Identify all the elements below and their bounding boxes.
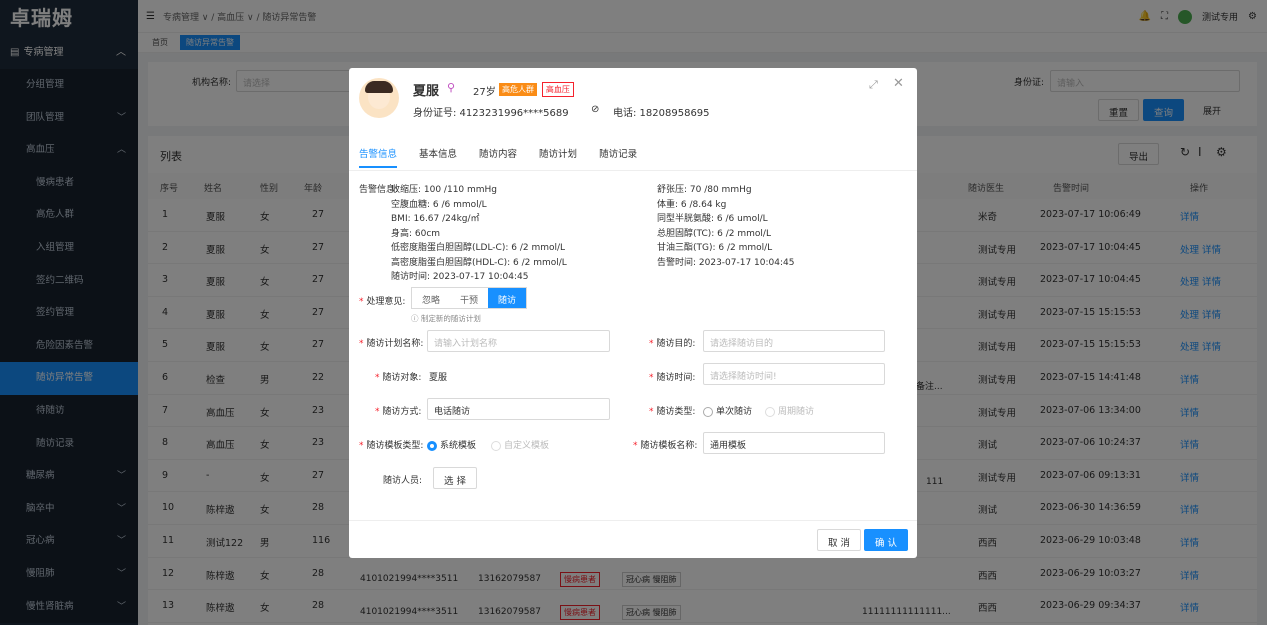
alert-metric: 身高: 60cm — [391, 228, 441, 239]
confirm-button[interactable]: 确 认 — [864, 529, 909, 551]
alert-metric: 甘油三酯(TG): 6 /2 mmol/L — [657, 243, 773, 253]
radio-single-label: 单次随访 — [716, 407, 753, 417]
plan-name-input[interactable]: 请输入计划名称 — [427, 330, 610, 352]
alert-metric: 收缩压: 100 /110 mmHg — [391, 185, 498, 195]
expand-icon[interactable]: ⤢ — [869, 78, 878, 92]
radio-custom-tpl[interactable]: 自定义模板 — [491, 438, 549, 451]
method-label-text: 随访方式: — [382, 407, 422, 417]
search-person-icon[interactable]: ⚲ — [447, 81, 455, 94]
radio-periodic-icon — [765, 406, 775, 417]
tab-alert-info[interactable]: 告警信息 — [359, 146, 398, 168]
opinion-intervene[interactable]: 干预 — [450, 288, 488, 308]
target-label-text: 随访对象: — [382, 373, 422, 383]
alert-metric: 体重: 6 /8.64 kg — [657, 199, 727, 210]
type-label: * 随访类型: — [649, 407, 696, 417]
type-label-text: 随访类型: — [656, 407, 696, 417]
opinion-label: * 处理意见: — [359, 297, 406, 307]
alert-metric: 舒张压: 70 /80 mmHg — [657, 185, 752, 195]
alert-metric: 高密度脂蛋白胆固醇(HDL-C): 6 /2 mmol/L — [391, 257, 567, 268]
plan-name-label: * 随访计划名称: — [359, 339, 424, 349]
staff-label: 随访人员: — [383, 476, 423, 486]
tab-followup-content[interactable]: 随访内容 — [479, 146, 517, 168]
patient-age: 27岁 — [473, 87, 496, 98]
patient-id: 身份证号: 4123231996****5689 — [413, 108, 569, 119]
alert-metric: 空腹血糖: 6 /6 mmol/L — [391, 199, 487, 210]
tpl-name-select[interactable]: 通用模板 — [703, 432, 885, 454]
plan-name-label-text: 随访计划名称: — [366, 339, 424, 349]
opinion-label-text: 处理意见: — [366, 297, 406, 307]
badge-high-risk: 高危人群 — [499, 83, 537, 96]
alert-metric: BMI: 16.67 /24kg/㎡ — [391, 214, 480, 224]
opinion-hint: ⓘ 制定新的随访计划 — [411, 314, 481, 323]
badges: 高危人群 高血压 — [497, 82, 574, 97]
patient-name: 夏服 — [413, 84, 440, 99]
radio-system-tpl[interactable]: 系统模板 — [427, 438, 476, 451]
cancel-button[interactable]: 取 消 — [817, 529, 862, 551]
method-select[interactable]: 电话随访 — [427, 398, 610, 420]
tpl-name-label-text: 随访模板名称: — [640, 441, 698, 451]
followup-dialog: 夏服 ⚲ 27岁 高危人群 高血压 身份证号: 4123231996****56… — [349, 68, 917, 558]
dialog-tabs: 告警信息 基本信息 随访内容 随访计划 随访记录 — [359, 146, 637, 168]
eye-off-icon[interactable]: ⊘ — [591, 104, 599, 115]
alert-metric: 告警时间: 2023-07-17 10:04:45 — [657, 257, 795, 268]
tab-followup-record[interactable]: 随访记录 — [599, 146, 637, 168]
radio-custom-label: 自定义模板 — [504, 441, 550, 451]
purpose-label-text: 随访目的: — [656, 339, 696, 349]
opinion-followup[interactable]: 随访 — [488, 288, 527, 308]
radio-single-icon — [703, 406, 713, 417]
radio-single[interactable]: 单次随访 — [703, 404, 752, 417]
radio-periodic[interactable]: 周期随访 — [765, 404, 814, 417]
time-picker[interactable]: 请选择随访时间! — [703, 363, 885, 385]
badge-hypertension: 高血压 — [541, 82, 574, 97]
target-label: * 随访对象: — [375, 373, 422, 383]
tpl-name-label: * 随访模板名称: — [633, 441, 698, 451]
choose-staff-button[interactable]: 选 择 — [433, 467, 478, 489]
time-label: * 随访时间: — [649, 373, 696, 383]
tpl-type-label-text: 随访模板类型: — [366, 441, 424, 451]
tpl-type-label: * 随访模板类型: — [359, 441, 424, 451]
close-icon[interactable]: ✕ — [893, 76, 904, 91]
radio-system-icon — [427, 440, 437, 451]
opinion-ignore[interactable]: 忽略 — [412, 288, 450, 308]
radio-periodic-label: 周期随访 — [778, 407, 815, 417]
target-value: 夏服 — [429, 373, 448, 383]
patient-avatar — [359, 78, 399, 118]
alert-metric: 低密度脂蛋白胆固醇(LDL-C): 6 /2 mmol/L — [391, 243, 566, 253]
purpose-label: * 随访目的: — [649, 339, 696, 349]
radio-system-label: 系统模板 — [440, 441, 477, 451]
tab-followup-plan[interactable]: 随访计划 — [539, 146, 577, 168]
alert-metric: 同型半胱氨酸: 6 /6 umol/L — [657, 214, 768, 224]
patient-phone: 电话: 18208958695 — [613, 108, 710, 119]
radio-custom-icon — [491, 440, 501, 451]
time-label-text: 随访时间: — [656, 373, 696, 383]
alert-metric: 随访时间: 2023-07-17 10:04:45 — [391, 272, 529, 282]
alert-metric: 总胆固醇(TC): 6 /2 mmol/L — [657, 228, 771, 239]
tab-basic-info[interactable]: 基本信息 — [419, 146, 457, 168]
opinion-segment: 忽略 干预 随访 — [411, 287, 528, 309]
method-label: * 随访方式: — [375, 407, 422, 417]
purpose-select[interactable]: 请选择随访目的 — [703, 330, 885, 352]
